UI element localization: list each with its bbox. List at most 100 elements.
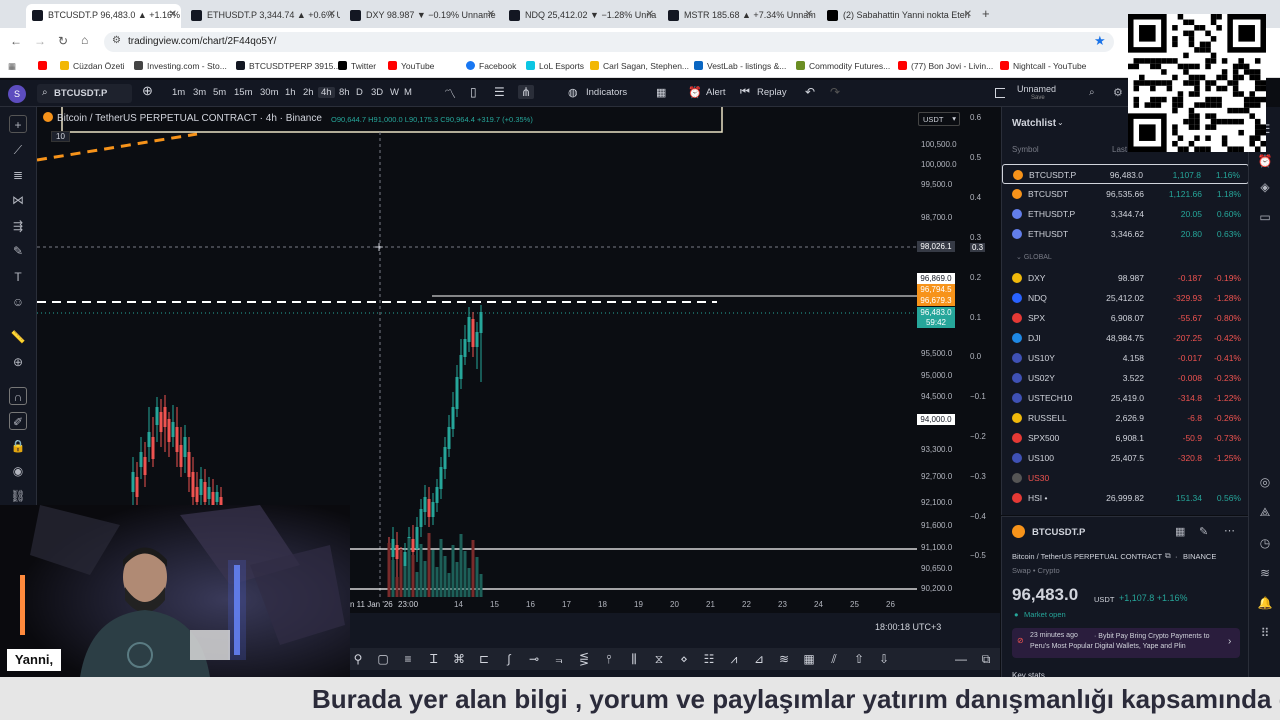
interval-15m[interactable]: 15m — [234, 87, 252, 98]
apps-grid-icon[interactable]: ▦ — [8, 61, 16, 72]
arrow-up-icon[interactable]: ⇧ — [851, 651, 867, 667]
interval-w[interactable]: W — [390, 87, 399, 98]
close-icon[interactable]: ✕ — [328, 9, 336, 20]
youtube-icon[interactable] — [38, 61, 51, 71]
tab-ndq[interactable]: NDQ 25,412.02 ▼ −1.28% Unna ✕ — [503, 4, 658, 28]
fib-icon[interactable]: ≡ — [400, 651, 416, 667]
path-icon[interactable]: ⌘ — [451, 651, 467, 667]
interval-4h[interactable]: 4h — [318, 87, 335, 98]
watchlist-title[interactable]: Watchlist — [1012, 118, 1056, 129]
settings-icon[interactable]: ⚙ — [1113, 86, 1123, 99]
bookmark-item[interactable]: YouTube — [388, 61, 434, 71]
chat-icon[interactable]: ▭ — [1257, 209, 1273, 225]
apps-icon[interactable]: ⠿ — [1257, 625, 1273, 641]
avatar[interactable]: S — [8, 85, 26, 103]
watchlist-row[interactable]: US30 — [1002, 468, 1249, 488]
grid-icon[interactable]: ▦ — [1175, 525, 1185, 538]
interval-m[interactable]: M — [404, 87, 412, 98]
watchlist-row[interactable]: DJI 48,984.75 -207.25 -0.42% — [1002, 328, 1249, 348]
news-item[interactable]: ⊘ 23 minutes ago · Bybit Pay Bring Crypt… — [1012, 628, 1240, 658]
channel-icon[interactable]: ⋚ — [576, 651, 592, 667]
layers-icon[interactable]: ◈ — [1257, 179, 1273, 195]
tab-mstr[interactable]: MSTR 185.68 ▲ +7.34% Unnam ✕ — [662, 4, 817, 28]
brush-icon[interactable]: ✎ — [9, 242, 27, 260]
compare-icon[interactable]: ⋔ — [518, 85, 535, 99]
site-info-icon[interactable]: ⚙ — [112, 35, 121, 46]
watchlist-row[interactable]: US100 25,407.5 -320.8 -1.25% — [1002, 448, 1249, 468]
magnet-icon[interactable]: ∩ — [9, 387, 27, 405]
lock-icon[interactable]: 🔒 — [9, 437, 27, 455]
prediction-icon[interactable]: ⇶ — [9, 217, 27, 235]
watchlist-row[interactable]: RUSSELL 2,626.9 -6.8 -0.26% — [1002, 408, 1249, 428]
interval-8h[interactable]: 8h — [339, 87, 350, 98]
pattern-icon[interactable]: ⧖ — [651, 651, 667, 667]
calendar-icon[interactable]: ◷ — [1257, 535, 1273, 551]
undo-icon[interactable]: ↶ — [805, 85, 815, 99]
tab-x-post[interactable]: (2) Sabahattin Yanni nokta Eteh ✕ — [821, 4, 976, 28]
interval-1h[interactable]: 1h — [285, 87, 296, 98]
close-icon[interactable]: ✕ — [805, 9, 813, 20]
chevron-down-icon[interactable]: ⌄ — [1057, 118, 1064, 127]
currency-select[interactable]: USDT ▾ — [918, 112, 960, 126]
bookmark-item[interactable]: Nightcall - YouTube — [1000, 61, 1086, 71]
emoji-icon[interactable]: ☺ — [9, 293, 27, 311]
indicators-button[interactable]: Indicators — [586, 87, 627, 98]
group-header[interactable]: ⌄ GLOBAL — [1016, 253, 1052, 261]
patterns-icon[interactable]: ⋈ — [9, 191, 27, 209]
bookmark-item[interactable]: Investing.com - Sto... — [134, 61, 227, 71]
search-icon[interactable]: ⌕ — [1089, 87, 1095, 98]
hline-icon[interactable]: ⊸ — [526, 651, 542, 667]
column-header[interactable]: Last — [1112, 145, 1127, 154]
interval-d[interactable]: D — [356, 87, 363, 98]
alert-button[interactable]: Alert — [706, 87, 726, 98]
bookmark-item[interactable]: VestLab - listings &... — [694, 61, 786, 71]
home-icon[interactable]: ⌂ — [81, 33, 88, 47]
pin-icon[interactable]: ⚲ — [350, 651, 366, 667]
tab-ethusdt[interactable]: ETHUSDT.P 3,344.74 ▲ +0.6% U ✕ — [185, 4, 340, 28]
back-icon[interactable]: ← — [10, 34, 22, 48]
time-axis[interactable]: n 11 Jan '26 23:00 14 15 16 17 18 19 20 … — [350, 597, 965, 613]
watchlist-row[interactable]: BTCUSDT.P 96,483.0 1,107.8 1.16% — [1002, 164, 1249, 184]
replay-button[interactable]: Replay — [757, 87, 787, 98]
url-field[interactable]: ⚙ tradingview.com/chart/2F44qo5Y/ — [104, 32, 1114, 52]
watchlist-row[interactable]: US10Y 4.158 -0.017 -0.41% — [1002, 348, 1249, 368]
close-icon[interactable]: ✕ — [646, 9, 654, 20]
target-icon[interactable]: ◎ — [1257, 474, 1273, 490]
stay-drawing-icon[interactable]: ✐ — [9, 412, 27, 430]
alerts-icon[interactable]: ⏰ — [1257, 153, 1273, 169]
stream-icon[interactable]: ≋ — [1257, 565, 1273, 581]
parallel-icon[interactable]: ⫽ — [826, 651, 842, 667]
column-header[interactable]: Symbol — [1012, 145, 1039, 154]
callout-icon[interactable]: ⊏ — [476, 651, 492, 667]
close-icon[interactable]: ✕ — [964, 9, 972, 20]
bookmark-item[interactable]: LoL Esports — [526, 61, 584, 71]
grid-icon[interactable]: ▦ — [801, 651, 817, 667]
new-tab-button[interactable]: + — [982, 6, 990, 21]
templates-icon[interactable]: ▦ — [656, 86, 666, 99]
clock[interactable]: 18:00:18 UTC+3 — [875, 622, 941, 632]
eye-icon[interactable]: ◉ — [9, 462, 27, 480]
interval-1m[interactable]: 1m — [172, 87, 185, 98]
highlighter-icon[interactable]: ≋ — [776, 651, 792, 667]
gann-icon[interactable]: ☷ — [701, 651, 717, 667]
bookmark-item[interactable]: Commodity Futures... — [796, 61, 890, 71]
more-icon[interactable]: ⋯ — [1224, 524, 1235, 537]
interval-30m[interactable]: 30m — [260, 87, 278, 98]
xabcd-icon[interactable]: ⋄ — [676, 651, 692, 667]
price-axis[interactable]: USDT ▾ 100,500.0 100,000.0 99,500.0 98,70… — [917, 107, 965, 597]
legend-title[interactable]: Bitcoin / TetherUS PERPETUAL CONTRACT · … — [57, 113, 322, 124]
crosshair-icon[interactable]: + — [9, 115, 27, 133]
bookmark-item[interactable]: BTCUSDTPERP 3915... — [236, 61, 341, 71]
bookmark-item[interactable]: (77) Bon Jovi - Livin... — [898, 61, 993, 71]
notification-icon[interactable]: 🔔 — [1257, 595, 1273, 611]
ruler-icon[interactable]: 📏 — [9, 328, 27, 346]
tab-btcusdt[interactable]: BTCUSDT.P 96,483.0 ▲ +1.16% ✕ — [26, 4, 181, 28]
bookmark-star-icon[interactable]: ★ — [1094, 33, 1106, 49]
watchlist-row[interactable]: HSI • 26,999.82 151.34 0.56% — [1002, 488, 1249, 508]
candles-icon[interactable]: ▯ — [470, 85, 477, 99]
redo-icon[interactable]: ↷ — [830, 85, 840, 99]
text-icon[interactable]: Ꮖ — [426, 651, 442, 667]
watchlist-row[interactable]: ETHUSDT.P 3,344.74 20.05 0.60% — [1002, 204, 1249, 224]
interval-3m[interactable]: 3m — [193, 87, 206, 98]
fib-icon[interactable]: ≣ — [9, 166, 27, 184]
